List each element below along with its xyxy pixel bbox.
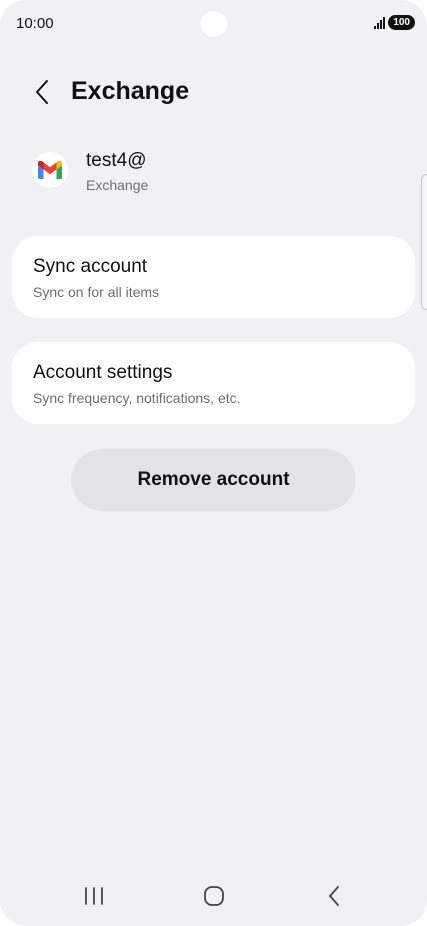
- screen: 10:00 100 Exchange test4@ Exchange Sync …: [0, 0, 427, 926]
- sync-account-title: Sync account: [33, 256, 148, 277]
- account-email: test4@: [86, 150, 147, 171]
- gmail-logo-icon: [32, 152, 68, 188]
- header: Exchange: [0, 70, 427, 114]
- edge-panel-handle[interactable]: [421, 174, 427, 310]
- account-settings-title: Account settings: [33, 362, 173, 383]
- status-icons: 100: [374, 15, 415, 30]
- home-button[interactable]: [192, 880, 236, 912]
- account-settings-card[interactable]: Account settings Sync frequency, notific…: [12, 342, 415, 424]
- chevron-left-icon: [36, 80, 48, 104]
- signal-icon: [374, 16, 386, 29]
- back-button[interactable]: [26, 76, 58, 108]
- recents-button[interactable]: [72, 880, 116, 912]
- home-icon: [204, 886, 224, 906]
- camera-cutout: [201, 11, 227, 37]
- recents-icon: [85, 887, 103, 905]
- status-time: 10:00: [16, 15, 54, 32]
- back-icon: [329, 886, 339, 906]
- page-title: Exchange: [71, 77, 190, 105]
- remove-account-button[interactable]: Remove account: [71, 449, 356, 511]
- account-row: test4@ Exchange: [0, 146, 427, 200]
- account-type: Exchange: [86, 177, 149, 193]
- navigation-bar: [0, 866, 427, 926]
- sync-account-card[interactable]: Sync account Sync on for all items: [12, 236, 415, 318]
- back-nav-button[interactable]: [312, 880, 356, 912]
- account-settings-subtitle: Sync frequency, notifications, etc.: [33, 390, 241, 406]
- status-bar: 10:00 100: [0, 0, 427, 48]
- battery-icon: 100: [388, 15, 415, 30]
- sync-account-subtitle: Sync on for all items: [33, 284, 160, 300]
